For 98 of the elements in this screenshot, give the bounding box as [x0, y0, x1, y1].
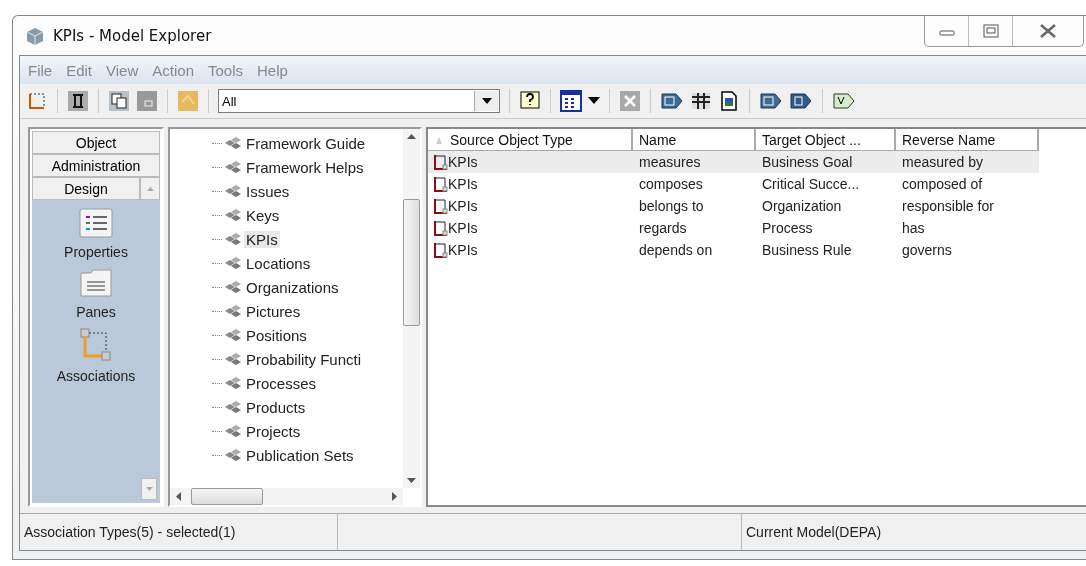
table-row[interactable]: KPIs composes Critical Succe... composed of: [428, 173, 1039, 195]
copy-icon[interactable]: [108, 90, 130, 112]
tree-item[interactable]: Publication Sets: [244, 446, 356, 464]
caret-icon[interactable]: [588, 97, 600, 105]
horizontal-scrollbar[interactable]: [170, 488, 403, 505]
down-arrow-icon: [407, 478, 416, 483]
cubes-icon: [224, 256, 242, 270]
table-row[interactable]: KPIs measures Business Goal measured by: [428, 151, 1039, 173]
tree-item[interactable]: Probability Functi: [244, 350, 364, 368]
table-cell: Organization: [762, 198, 842, 214]
table-row[interactable]: KPIs regards Process has: [428, 217, 1039, 239]
help-icon[interactable]: [519, 90, 541, 112]
cubes-icon: [224, 424, 242, 438]
close-icon: [1039, 24, 1057, 38]
table-cell: composed of: [902, 176, 983, 192]
association-type-icon: [432, 242, 448, 258]
tree-item[interactable]: Pictures: [244, 302, 303, 320]
up-arrow-icon: [407, 134, 416, 139]
down-arrow-icon: [145, 487, 153, 491]
cubes-icon: [224, 280, 242, 294]
grid-view-icon[interactable]: [560, 90, 582, 112]
nav-item-label[interactable]: Panes: [76, 304, 116, 320]
section-button[interactable]: Object: [32, 131, 160, 154]
cubes-icon: [224, 160, 242, 174]
association-type-icon: [432, 154, 448, 170]
cubes-icon: [224, 352, 242, 366]
dropdown-arrow-icon: [482, 98, 492, 104]
tree-item[interactable]: Products: [244, 398, 308, 416]
table-cell: KPIs: [448, 154, 478, 170]
tag-icon[interactable]: [759, 90, 783, 112]
tag-icon[interactable]: [832, 90, 856, 112]
tree-item[interactable]: Locations: [244, 254, 313, 272]
tree-item[interactable]: Keys: [244, 206, 282, 224]
association-icon[interactable]: [80, 328, 112, 362]
table-cell: depends on: [639, 242, 713, 258]
association-type-icon: [432, 220, 448, 236]
tree-item[interactable]: Framework Helps: [244, 158, 366, 176]
vertical-scrollbar[interactable]: [403, 129, 420, 488]
table-cell: measures: [639, 154, 701, 170]
cubes-icon: [224, 376, 242, 390]
table-cell: KPIs: [448, 242, 478, 258]
table-cell: Business Rule: [762, 242, 852, 258]
table-cell: measured by: [902, 154, 983, 170]
up-arrow-icon: [146, 186, 154, 191]
table-cell: composes: [639, 176, 703, 192]
list-icon[interactable]: [79, 208, 113, 238]
document-icon[interactable]: [718, 90, 740, 112]
filter-dropdown[interactable]: All: [218, 89, 500, 113]
cube-icon: [25, 25, 45, 46]
tree-item[interactable]: Framework Guide: [244, 134, 368, 152]
nav-item-label[interactable]: Properties: [64, 244, 128, 260]
tree-item[interactable]: Positions: [244, 326, 309, 344]
table-cell: KPIs: [448, 176, 478, 192]
tree-item[interactable]: Projects: [244, 422, 303, 440]
maximize-icon: [982, 24, 999, 38]
table-cell: KPIs: [448, 220, 478, 236]
association-type-icon: [432, 198, 448, 214]
tree-item[interactable]: KPIs: [244, 230, 280, 248]
table-cell: regards: [639, 220, 687, 236]
status-text: Association Types(5) - selected(1): [24, 524, 236, 540]
cubes-icon: [224, 232, 242, 246]
status-text: Current Model(DEPA): [746, 524, 882, 540]
cubes-icon: [224, 136, 242, 150]
cubes-icon: [224, 208, 242, 222]
nav-item-label[interactable]: Associations: [56, 368, 136, 384]
folder-icon[interactable]: [79, 268, 113, 298]
cubes-icon: [224, 400, 242, 414]
tree-item[interactable]: Processes: [244, 374, 319, 392]
section-button[interactable]: Administration: [32, 154, 160, 177]
table-cell: Business Goal: [762, 154, 853, 170]
column-header[interactable]: Source Object Type: [428, 129, 633, 151]
left-arrow-icon: [176, 492, 181, 501]
column-header[interactable]: Name: [633, 129, 756, 151]
tag-icon[interactable]: [660, 90, 684, 112]
column-header[interactable]: Reverse Name: [896, 129, 1039, 151]
window-title: KPIs - Model Explorer: [53, 26, 212, 45]
table-cell: responsible for: [902, 198, 994, 214]
section-button[interactable]: Design: [32, 177, 140, 200]
table-cell: Process: [762, 220, 813, 236]
column-header[interactable]: Target Object ...: [756, 129, 896, 151]
cubes-icon: [224, 448, 242, 462]
table-row[interactable]: KPIs belongs to Organization responsible for: [428, 195, 1039, 217]
right-arrow-icon: [392, 492, 397, 501]
table-row[interactable]: KPIs depends on Business Rule governs: [428, 239, 1039, 261]
table-cell: belongs to: [639, 198, 704, 214]
grid-icon[interactable]: [690, 90, 712, 112]
association-type-icon: [432, 176, 448, 192]
tag-icon[interactable]: [789, 90, 813, 112]
table-cell: has: [902, 220, 925, 236]
table-cell: governs: [902, 242, 952, 258]
tree-item[interactable]: Issues: [244, 182, 292, 200]
table-cell: Critical Succe...: [762, 176, 860, 192]
table-cell: KPIs: [448, 198, 478, 214]
new-item-icon[interactable]: [26, 90, 48, 112]
cubes-icon: [224, 184, 242, 198]
cubes-icon: [224, 328, 242, 342]
tree-item[interactable]: Organizations: [244, 278, 341, 296]
cubes-icon: [224, 304, 242, 318]
